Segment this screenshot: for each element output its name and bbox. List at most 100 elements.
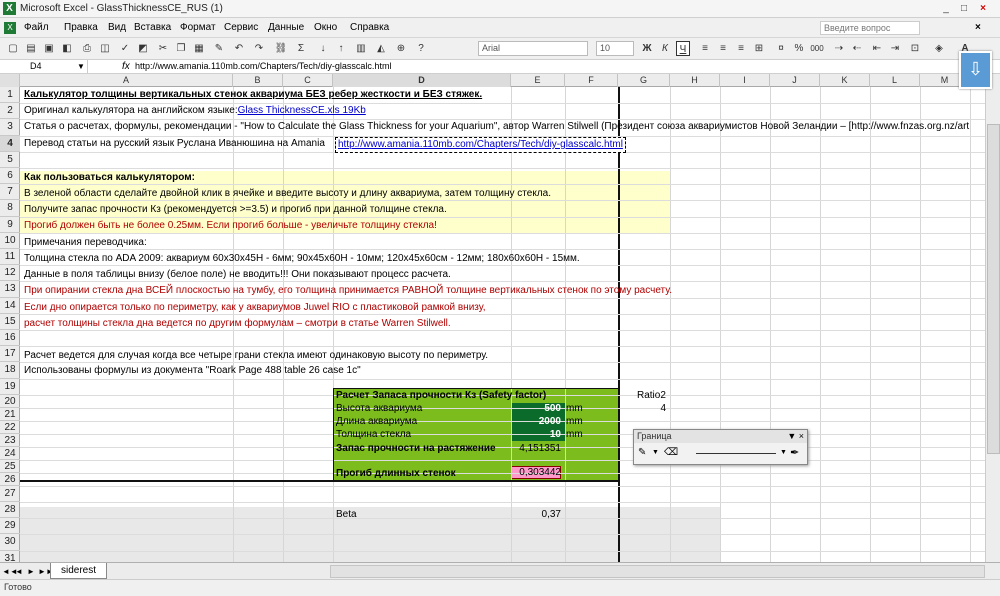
row-header[interactable]: 26 [0, 473, 20, 486]
cell-d24[interactable]: Запас прочности на растяжение [336, 442, 496, 456]
thousands-button[interactable]: 000 [810, 41, 824, 56]
row-header[interactable]: 29 [0, 518, 20, 535]
menu-format[interactable]: Формат [180, 22, 216, 33]
font-name-select[interactable]: Arial [478, 41, 588, 56]
cut-icon[interactable]: ✂ [156, 41, 170, 56]
select-all-corner[interactable] [0, 74, 20, 87]
cell-d20-title[interactable]: Расчет Запаса прочности Кз (Safety facto… [336, 389, 546, 403]
menu-edit[interactable]: Правка [64, 22, 98, 33]
cell-a8[interactable]: Получите запас прочности Кз (рекомендует… [24, 203, 447, 217]
increase-indent-icon[interactable]: ⇥ [888, 41, 902, 56]
bold-button[interactable]: Ж [640, 41, 654, 56]
scroll-thumb[interactable] [987, 124, 1000, 454]
menu-insert[interactable]: Вставка [134, 22, 171, 33]
column-header[interactable]: H [670, 74, 720, 87]
decrease-decimal-icon[interactable]: ⇠ [850, 41, 864, 56]
close-button[interactable]: × [975, 2, 991, 15]
row-header[interactable]: 16 [0, 330, 20, 347]
cell-a1-title[interactable]: Калькулятор толщины вертикальных стенок … [24, 88, 482, 102]
zoom-icon[interactable]: ⊕ [394, 41, 408, 56]
column-header[interactable]: L [870, 74, 920, 87]
eraser-icon[interactable]: ⌫ [664, 447, 678, 458]
chevron-down-icon[interactable]: ▼ [780, 449, 787, 456]
cell-a15[interactable]: расчет толщины стекла дна ведется по дру… [24, 317, 451, 331]
column-header[interactable]: G [618, 74, 670, 87]
chevron-down-icon[interactable]: ▼ [77, 60, 85, 73]
column-header[interactable]: D [333, 74, 511, 87]
cell-a4[interactable]: Перевод статьи на русский язык Руслана И… [24, 137, 325, 151]
row-header[interactable]: 10 [0, 233, 20, 249]
row-header[interactable]: 14 [0, 298, 20, 314]
column-header[interactable]: I [720, 74, 770, 87]
row-header[interactable]: 11 [0, 249, 20, 266]
fill-color-icon[interactable]: ◈ [932, 41, 946, 56]
row-header[interactable]: 21 [0, 408, 20, 421]
new-icon[interactable]: ▢ [6, 41, 20, 56]
drawing-icon[interactable]: ◭ [374, 41, 388, 56]
align-right-icon[interactable]: ≡ [734, 41, 748, 56]
name-box[interactable]: D4 [0, 60, 88, 74]
row-header[interactable]: 23 [0, 434, 20, 447]
draw-border-icon[interactable]: ✎ [638, 447, 646, 458]
cell-a2[interactable]: Оригинал калькулятора на английском язык… [24, 104, 366, 118]
cell-a3[interactable]: Статья о расчетах, формулы, рекомендации… [24, 120, 969, 134]
preview-icon[interactable]: ◫ [98, 41, 112, 56]
cell-g20[interactable]: Ratio2 [637, 389, 666, 403]
cell-a11[interactable]: Толщина стекла по ADA 2009: аквариум 60х… [24, 252, 580, 266]
column-header[interactable]: A [20, 74, 233, 87]
italic-button[interactable]: К [658, 41, 672, 56]
percent-button[interactable]: % [792, 41, 806, 56]
cell-a17[interactable]: Расчет ведется для случая когда все четы… [24, 349, 488, 363]
row-header[interactable]: 25 [0, 460, 20, 473]
menu-help[interactable]: Справка [350, 22, 389, 33]
workbook-close-button[interactable]: × [975, 22, 981, 33]
line-style-select[interactable] [696, 453, 776, 454]
scroll-down-arrow-icon[interactable]: ⇩ [959, 51, 992, 89]
menu-window[interactable]: Окно [314, 22, 337, 33]
insert-function-icon[interactable]: fx [122, 60, 130, 73]
underline-button[interactable]: Ч [676, 41, 690, 56]
column-header[interactable]: B [233, 74, 283, 87]
row-header[interactable]: 4 [0, 135, 20, 152]
sort-ascending-icon[interactable]: ↓ [316, 41, 330, 56]
horizontal-scrollbar[interactable] [330, 565, 985, 578]
cell-d21[interactable]: Высота аквариума [336, 402, 422, 416]
format-painter-icon[interactable]: ✎ [212, 41, 226, 56]
row-header[interactable]: 20 [0, 395, 20, 408]
row-header[interactable]: 30 [0, 534, 20, 551]
row-header[interactable]: 12 [0, 265, 20, 282]
maximize-button[interactable]: □ [956, 2, 972, 15]
row-header[interactable]: 24 [0, 447, 20, 460]
column-header[interactable]: E [511, 74, 565, 87]
row-header[interactable]: 5 [0, 152, 20, 168]
increase-decimal-icon[interactable]: ⇢ [832, 41, 846, 56]
cell-a13[interactable]: При опирании стекла дна ВСЕЙ плоскостью … [24, 284, 672, 298]
row-header[interactable]: 13 [0, 281, 20, 298]
row-header[interactable]: 3 [0, 119, 20, 136]
row-header[interactable]: 22 [0, 421, 20, 434]
cell-a9[interactable]: Прогиб должен быть не более 0.25мм. Если… [24, 219, 437, 233]
cell-d29[interactable]: Beta [336, 508, 357, 522]
row-header[interactable]: 2 [0, 103, 20, 120]
cell-a7[interactable]: В зеленой области сделайте двойной клик … [24, 187, 551, 201]
row-header[interactable]: 7 [0, 184, 20, 201]
prev-sheet-button[interactable]: ◄ [14, 564, 24, 579]
length-input[interactable]: 2000 [511, 415, 561, 429]
cell-g21[interactable]: 4 [620, 402, 666, 416]
safety-factor-value[interactable]: 4,151351 [511, 442, 561, 456]
research-icon[interactable]: ◩ [136, 41, 150, 56]
row-header[interactable]: 18 [0, 362, 20, 379]
cell-a12[interactable]: Данные в поля таблицы внизу (белое поле)… [24, 268, 451, 282]
line-color-icon[interactable]: ✒ [790, 446, 799, 459]
align-center-icon[interactable]: ≡ [716, 41, 730, 56]
menu-view[interactable]: Вид [108, 22, 126, 33]
height-input[interactable]: 500 [511, 402, 561, 416]
cell-a10[interactable]: Примечания переводчика: [24, 236, 147, 250]
permission-icon[interactable]: ◧ [60, 41, 74, 56]
autosum-icon[interactable]: Σ [294, 41, 308, 56]
row-header[interactable]: 19 [0, 379, 20, 395]
glass-thickness-link[interactable]: Glass ThicknessCE.xls 19Kb [238, 105, 366, 116]
currency-icon[interactable]: ¤ [774, 41, 788, 56]
paste-icon[interactable]: ▦ [192, 41, 206, 56]
vertical-scrollbar[interactable]: ⇩ [959, 51, 1000, 562]
